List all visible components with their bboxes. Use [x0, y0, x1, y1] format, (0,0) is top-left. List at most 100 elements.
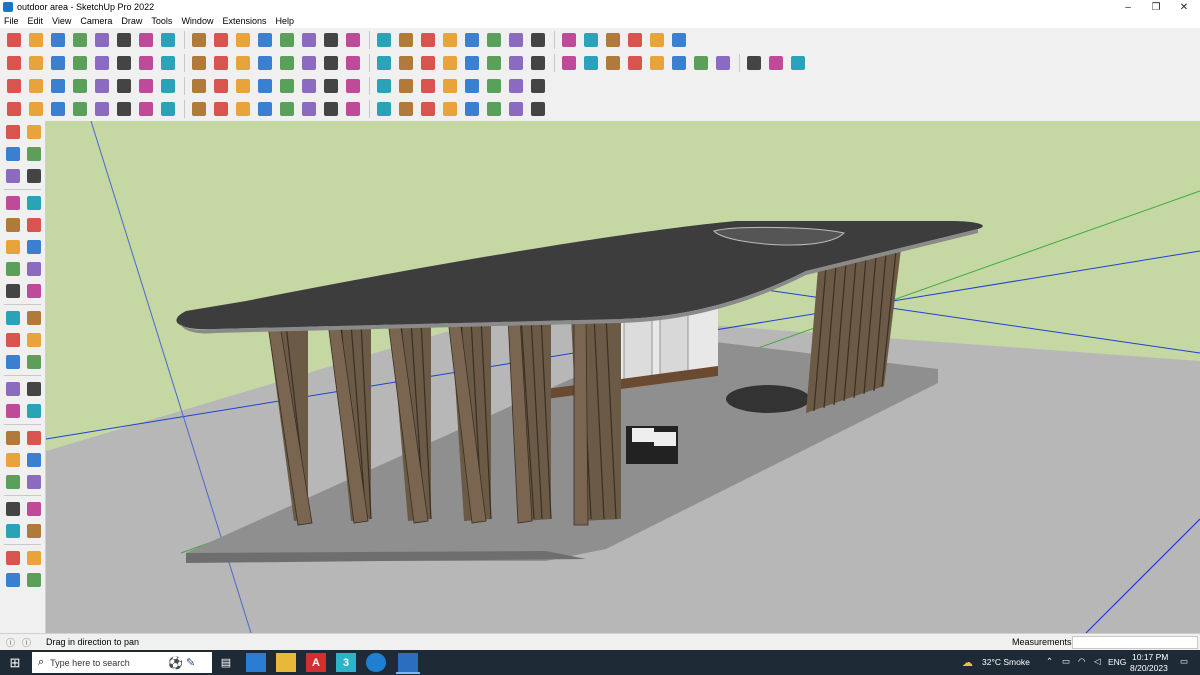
spline-button[interactable]	[321, 99, 341, 119]
circle-tool-button[interactable]	[3, 237, 22, 257]
warehouse-button[interactable]	[506, 30, 526, 50]
section-plane-button[interactable]	[766, 53, 786, 73]
from-contours-button[interactable]	[211, 53, 231, 73]
menu-window[interactable]: Window	[181, 16, 213, 26]
house-button[interactable]	[343, 53, 363, 73]
drape-button[interactable]	[255, 53, 275, 73]
tray-chevron-icon[interactable]: ⌃	[1046, 656, 1053, 667]
pan-button[interactable]	[321, 30, 341, 50]
follow-me-button[interactable]	[136, 30, 156, 50]
walk-tool-button[interactable]	[3, 521, 22, 541]
info-icon[interactable]: ⓘ	[6, 636, 15, 649]
rotate-button[interactable]	[189, 30, 209, 50]
scale-tool-button[interactable]	[3, 352, 22, 372]
dimension-button[interactable]	[255, 30, 275, 50]
guide-button[interactable]	[744, 53, 764, 73]
close-button[interactable]: ✕	[1170, 0, 1198, 14]
paint-tool-button[interactable]	[3, 144, 22, 164]
rotated-rect-button[interactable]	[484, 53, 504, 73]
union-button[interactable]	[48, 53, 68, 73]
arc-tool-button[interactable]	[3, 259, 22, 279]
loft-button[interactable]	[277, 76, 297, 96]
shear-button[interactable]	[440, 76, 460, 96]
cone-button[interactable]	[48, 76, 68, 96]
orbit-view-button[interactable]	[3, 428, 22, 448]
extrude-button[interactable]	[233, 99, 253, 119]
previous-view-button[interactable]	[24, 472, 43, 492]
menu-draw[interactable]: Draw	[121, 16, 142, 26]
look-around-button[interactable]	[625, 53, 645, 73]
sweep-button[interactable]	[211, 99, 231, 119]
offset-button[interactable]	[528, 53, 548, 73]
protractor-tool-button[interactable]	[3, 401, 22, 421]
arc-button[interactable]	[70, 30, 90, 50]
rectangle-tool-button[interactable]	[3, 215, 22, 235]
cone-button[interactable]	[484, 99, 504, 119]
curve-button[interactable]	[255, 76, 275, 96]
subdivide-button[interactable]	[4, 99, 24, 119]
menu-edit[interactable]: Edit	[28, 16, 44, 26]
wifi-icon[interactable]: ◠	[1078, 656, 1085, 667]
line-button[interactable]	[48, 30, 68, 50]
loft-button[interactable]	[255, 99, 275, 119]
text-button[interactable]	[669, 53, 689, 73]
layers-button[interactable]	[418, 30, 438, 50]
taper-button[interactable]	[114, 99, 134, 119]
tape-tool-button[interactable]	[3, 379, 22, 399]
autocad-icon[interactable]: A	[306, 653, 326, 672]
protractor-button[interactable]	[277, 30, 297, 50]
bulge-button[interactable]	[70, 99, 90, 119]
push-pull-button[interactable]	[114, 30, 134, 50]
position-camera-button[interactable]	[647, 53, 667, 73]
two-point-arc-tool-button[interactable]	[3, 281, 22, 301]
menu-help[interactable]: Help	[275, 16, 294, 26]
eraser-button[interactable]	[581, 53, 601, 73]
calculator-icon[interactable]	[246, 653, 266, 672]
lattice-button[interactable]	[484, 76, 504, 96]
section-tool-button[interactable]	[24, 521, 43, 541]
position-camera-tool-button[interactable]	[3, 499, 22, 519]
sketchup-taskbar-icon[interactable]	[398, 653, 418, 672]
menu-camera[interactable]: Camera	[80, 16, 112, 26]
weather-text[interactable]: 32°C Smoke	[982, 657, 1030, 667]
stamp-tool-button[interactable]	[24, 570, 43, 590]
axes-button[interactable]	[713, 53, 733, 73]
network-icon[interactable]: ▭	[1062, 656, 1070, 667]
move-button[interactable]	[158, 30, 178, 50]
subtract-button[interactable]	[70, 53, 90, 73]
orbit-tool-button[interactable]	[24, 122, 43, 142]
outer-shell-button[interactable]	[158, 53, 178, 73]
stamp-button[interactable]	[233, 53, 253, 73]
freehand-button[interactable]	[506, 53, 526, 73]
styles-button[interactable]	[484, 30, 504, 50]
orbit-button[interactable]	[299, 30, 319, 50]
subdivide-button[interactable]	[528, 76, 548, 96]
extrude-button[interactable]	[299, 76, 319, 96]
cylinder-button[interactable]	[462, 99, 482, 119]
bezier-button[interactable]	[343, 99, 363, 119]
sphere-button[interactable]	[92, 76, 112, 96]
spline-button[interactable]	[211, 76, 231, 96]
section-button[interactable]	[440, 30, 460, 50]
split-button[interactable]	[136, 53, 156, 73]
enscape-icon[interactable]: 3	[336, 653, 356, 672]
twist-button[interactable]	[396, 76, 416, 96]
shell-button[interactable]	[189, 99, 209, 119]
select-button[interactable]	[26, 30, 46, 50]
taskbar-search[interactable]: ⌕ Type here to search ⚽ ✎	[32, 652, 212, 673]
flip-edge-button[interactable]	[299, 53, 319, 73]
bulge-button[interactable]	[462, 76, 482, 96]
rotated-rect-tool-button[interactable]	[24, 215, 43, 235]
walk-button[interactable]	[603, 53, 623, 73]
solid-button[interactable]	[26, 53, 46, 73]
pipe-button[interactable]	[374, 99, 394, 119]
3d-viewport[interactable]	[46, 121, 1200, 633]
extension-button[interactable]	[528, 30, 548, 50]
box-button[interactable]	[4, 53, 24, 73]
cylinder-button[interactable]	[70, 76, 90, 96]
offset-tool-button[interactable]	[24, 352, 43, 372]
polygon-tool-button[interactable]	[24, 237, 43, 257]
pipe-button[interactable]	[158, 76, 178, 96]
bezier-button[interactable]	[189, 76, 209, 96]
select-tool-button[interactable]	[3, 122, 22, 142]
